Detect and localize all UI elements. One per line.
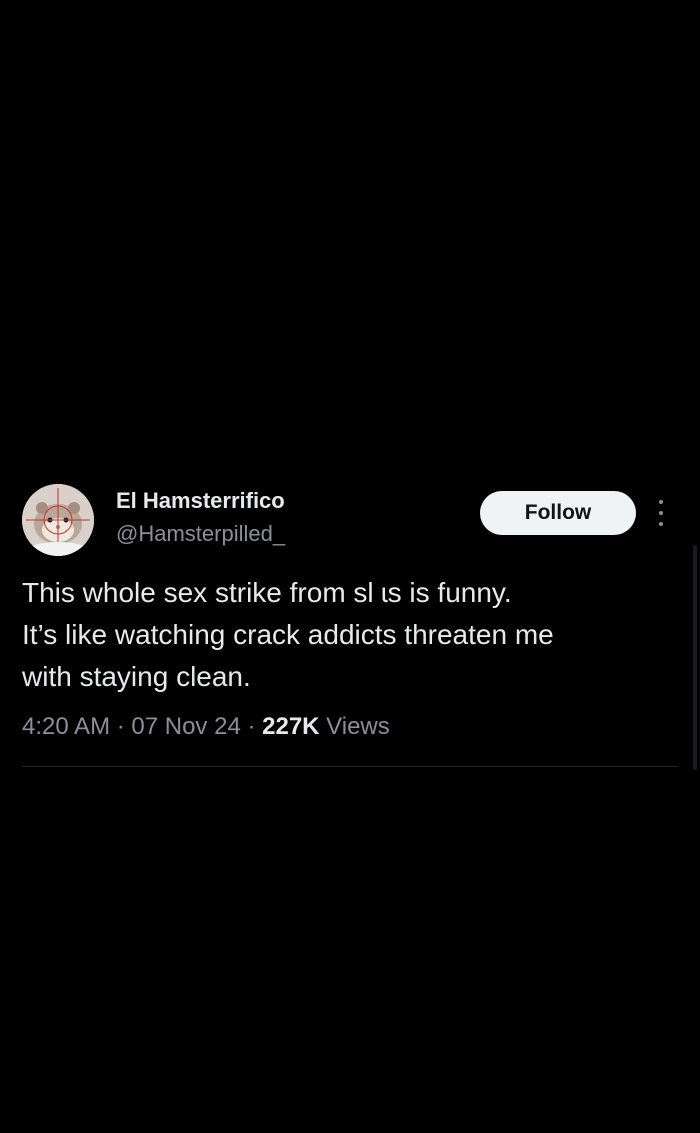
follow-button[interactable]: Follow: [480, 491, 636, 535]
display-name[interactable]: El Hamsterrifico: [116, 487, 285, 515]
avatar[interactable]: [22, 484, 94, 556]
more-dot: [659, 522, 663, 526]
more-dot: [659, 511, 663, 515]
meta-separator: ·: [110, 713, 132, 740]
tweet-time[interactable]: 4:20 AM: [22, 713, 110, 740]
views-label: Views: [319, 713, 390, 740]
hamster-avatar-icon: [22, 484, 94, 556]
divider: [22, 766, 678, 767]
tweet-date[interactable]: 07 Nov 24: [131, 713, 240, 740]
tweet-text: This whole sex strike from sl ɩs is funn…: [22, 577, 554, 692]
user-handle[interactable]: @Hamsterpilled_: [116, 520, 285, 548]
tweet-meta: 4:20 AM · 07 Nov 24 · 227K Views: [22, 710, 390, 744]
meta-separator: ·: [240, 713, 263, 740]
more-dot: [659, 500, 663, 504]
scrollbar[interactable]: [693, 545, 697, 770]
views-count: 227K: [262, 713, 320, 740]
more-options-icon[interactable]: [652, 497, 670, 529]
